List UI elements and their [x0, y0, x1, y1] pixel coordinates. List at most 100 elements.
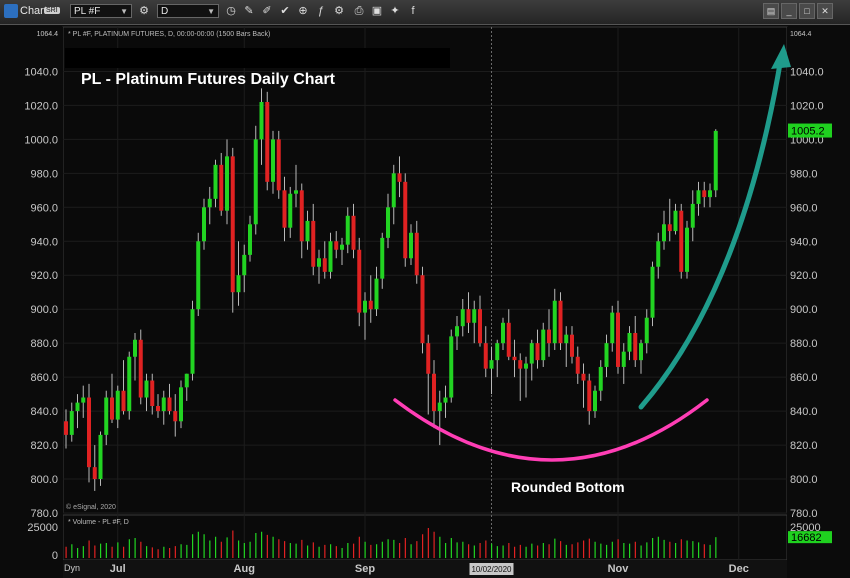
- candle-body: [253, 139, 258, 225]
- candle-body: [121, 390, 126, 412]
- volume-last-label: 16682: [791, 532, 822, 544]
- right-tick-label: 1040.0: [790, 66, 824, 78]
- candle-body: [616, 312, 620, 367]
- volume-bar: [295, 543, 297, 558]
- volume-bar: [180, 544, 182, 558]
- candle-body: [225, 156, 229, 211]
- candle-body: [230, 156, 235, 293]
- candle-body: [150, 380, 155, 407]
- volume-bar: [82, 546, 84, 558]
- volume-bar: [353, 543, 355, 558]
- volume-bar: [243, 543, 245, 558]
- volume-bar: [715, 537, 717, 558]
- volume-bar: [669, 541, 671, 558]
- candle-body: [242, 254, 247, 276]
- volume-bar: [278, 539, 280, 558]
- candle-body: [662, 224, 666, 242]
- volume-bar: [105, 543, 107, 558]
- volume-bar: [508, 543, 510, 558]
- candle-body: [449, 336, 454, 398]
- volume-bar: [422, 534, 424, 558]
- candle-body: [156, 406, 160, 412]
- volume-bar: [146, 546, 148, 558]
- candle-body: [213, 164, 218, 199]
- candle-body: [386, 207, 390, 238]
- candle-body: [161, 397, 166, 412]
- volume-bar: [404, 538, 406, 558]
- candle-body: [426, 343, 431, 374]
- volume-bar: [410, 544, 412, 558]
- volume-bar: [215, 536, 217, 558]
- volume-bar: [88, 540, 90, 558]
- candle-body: [696, 190, 701, 204]
- candle-body: [501, 322, 505, 344]
- volume-bar: [399, 543, 401, 558]
- candle-body: [495, 343, 500, 361]
- candle-body: [708, 190, 712, 198]
- left-tick-label: 980.0: [30, 168, 58, 180]
- volume-bar: [134, 538, 136, 558]
- volume-bar: [117, 542, 119, 558]
- volume-bar: [657, 536, 659, 558]
- candle-body: [650, 266, 655, 318]
- volume-bar: [554, 538, 556, 558]
- candle-body: [472, 309, 477, 323]
- volume-bar: [128, 539, 130, 558]
- last-price-label: 1005.2: [791, 126, 825, 138]
- left-tick-label: 940.0: [30, 236, 58, 248]
- candle-body: [570, 334, 574, 357]
- candle-body: [483, 343, 488, 369]
- candle-body: [98, 434, 103, 480]
- volume-bar: [692, 541, 694, 558]
- volume-bar: [318, 546, 320, 558]
- dyn-label[interactable]: Dyn: [64, 563, 80, 573]
- volume-bar: [261, 531, 263, 558]
- candle-body: [328, 241, 333, 272]
- candle-body: [466, 309, 471, 323]
- left-tick-label: 820.0: [30, 440, 58, 452]
- volume-bar: [479, 543, 481, 558]
- candle-body: [322, 258, 327, 272]
- month-label: Nov: [608, 563, 630, 575]
- right-tick-label: 940.0: [790, 236, 818, 248]
- volume-bar: [186, 544, 188, 558]
- left-tick-label: 800.0: [30, 474, 58, 486]
- candle-body: [202, 207, 206, 242]
- volume-bar: [266, 534, 268, 558]
- volume-bar: [646, 542, 648, 558]
- candle-body: [679, 210, 684, 272]
- volume-bar: [364, 541, 366, 558]
- candle-body: [138, 339, 143, 398]
- volume-bar: [571, 544, 573, 558]
- left-tick-label: 920.0: [30, 270, 58, 282]
- volume-bar: [157, 549, 159, 558]
- volume-bar: [94, 545, 96, 558]
- volume-bar: [468, 544, 470, 558]
- volume-bar: [358, 536, 360, 558]
- right-tick-label: 900.0: [790, 304, 818, 316]
- candle-body: [541, 329, 546, 361]
- left-tick-label: 1040.0: [24, 66, 58, 78]
- volume-bar: [560, 541, 562, 558]
- candle-body: [397, 173, 402, 182]
- left-tick-label: 1020.0: [24, 100, 58, 112]
- price-chart[interactable]: 780.0 780.0 800.0 800.0 820.0 820.0 840.0 840.0…: [0, 0, 850, 578]
- volume-bar: [709, 544, 711, 558]
- candle-body: [144, 380, 149, 398]
- left-tick-label: 860.0: [30, 372, 58, 384]
- volume-bar: [565, 544, 567, 558]
- volume-bar: [272, 536, 274, 558]
- candle-body: [363, 300, 367, 313]
- candle-body: [460, 309, 465, 327]
- month-label: Dec: [729, 563, 749, 575]
- month-label: Sep: [355, 563, 375, 575]
- candle-body: [248, 224, 252, 255]
- candle-body: [259, 102, 264, 140]
- candle-body: [587, 380, 592, 412]
- volume-bar: [220, 541, 222, 558]
- right-tick-label: 840.0: [790, 406, 818, 418]
- candle-body: [621, 351, 626, 367]
- volume-bar: [496, 546, 498, 558]
- candle-body: [685, 227, 689, 272]
- volume-bar: [209, 540, 211, 558]
